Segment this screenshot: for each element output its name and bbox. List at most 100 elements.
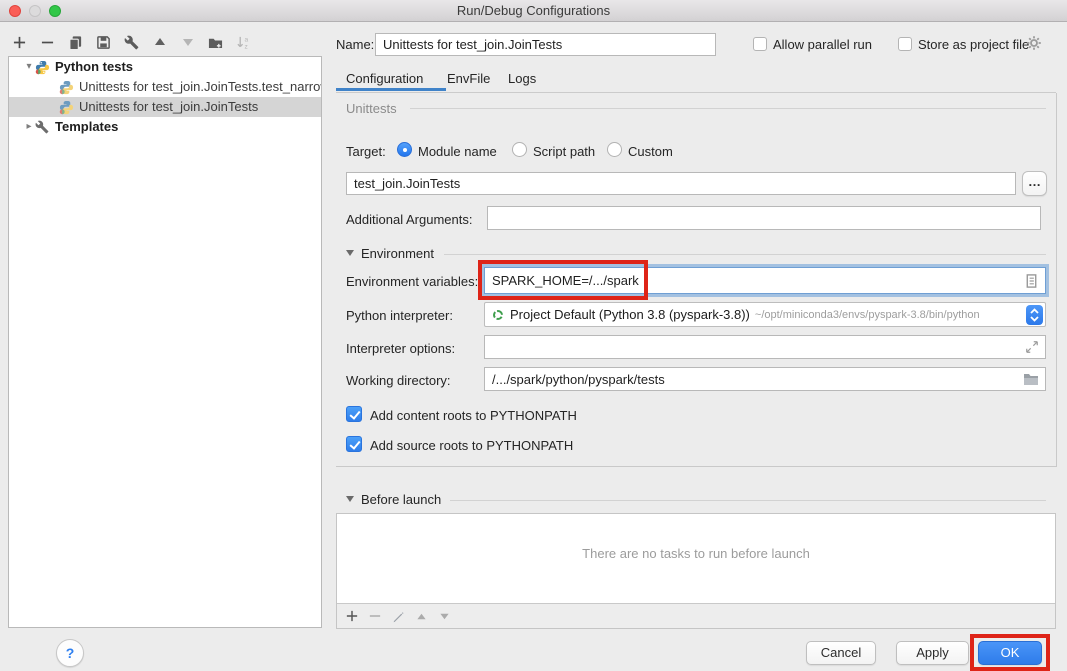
- environment-section-line: [444, 254, 1046, 255]
- before-launch-panel: There are no tasks to run before launch: [336, 513, 1056, 629]
- interpreter-options-label: Interpreter options:: [346, 341, 455, 356]
- environment-collapse-triangle-icon[interactable]: [346, 250, 354, 256]
- svg-text:z: z: [244, 43, 247, 49]
- remove-task-icon[interactable]: [368, 609, 382, 623]
- config-area-bottom-border: [336, 466, 1057, 467]
- browse-variables-icon[interactable]: [1024, 273, 1039, 294]
- tree-item-label: Unittests for test_join.JoinTests.test_n…: [79, 77, 321, 97]
- before-launch-title: Before launch: [361, 492, 441, 507]
- add-icon[interactable]: [12, 35, 27, 50]
- before-launch-empty-text: There are no tasks to run before launch: [337, 546, 1055, 561]
- environment-variables-field-wrap: [484, 267, 1046, 294]
- tree-item-label: Unittests for test_join.JoinTests: [79, 97, 258, 117]
- tab-configuration[interactable]: Configuration: [346, 71, 423, 86]
- target-field-wrap: [346, 172, 1016, 195]
- edit-task-pencil-icon[interactable]: [391, 609, 405, 623]
- run-debug-configurations-dialog: Run/Debug Configurations az: [0, 0, 1067, 671]
- store-as-project-file-label: Store as project file: [918, 37, 1029, 52]
- before-launch-collapse-triangle-icon[interactable]: [346, 496, 354, 502]
- additional-arguments-input[interactable]: [488, 207, 1040, 229]
- move-up-icon[interactable]: [152, 35, 167, 50]
- configurations-tree: ▾ Python tests Unittests for test_join.J…: [8, 56, 322, 628]
- save-icon[interactable]: [96, 35, 111, 50]
- tree-item-label: Python tests: [55, 57, 133, 77]
- environment-variables-input[interactable]: [485, 268, 1045, 293]
- allow-parallel-run-checkbox[interactable]: [753, 37, 767, 51]
- working-directory-input[interactable]: [485, 368, 1045, 390]
- add-source-roots-checkbox[interactable]: [346, 436, 362, 452]
- name-input[interactable]: [376, 34, 715, 55]
- tree-item-jointests-selected[interactable]: Unittests for test_join.JoinTests: [9, 97, 321, 117]
- selected-tab-underline: [336, 88, 446, 91]
- apply-button[interactable]: Apply: [896, 641, 969, 665]
- gear-icon[interactable]: [1026, 35, 1042, 56]
- cancel-button[interactable]: Cancel: [806, 641, 876, 665]
- folder-icon[interactable]: [1023, 373, 1039, 391]
- radio-custom[interactable]: [607, 142, 622, 157]
- python-interpreter-path: ~/opt/miniconda3/envs/pyspark-3.8/bin/py…: [755, 309, 980, 321]
- remove-icon[interactable]: [40, 35, 55, 50]
- python-test-icon: [59, 80, 75, 95]
- edit-templates-wrench-icon[interactable]: [124, 35, 139, 50]
- working-directory-label: Working directory:: [346, 373, 451, 388]
- collapsed-triangle-icon[interactable]: ▸: [23, 117, 35, 137]
- new-folder-icon[interactable]: [208, 35, 223, 50]
- sort-alphabetically-icon[interactable]: az: [236, 35, 251, 50]
- tree-item-templates[interactable]: ▸ Templates: [9, 117, 321, 137]
- templates-wrench-icon: [35, 120, 51, 135]
- unittests-group-title: Unittests: [346, 101, 397, 116]
- target-label: Target:: [346, 144, 386, 159]
- environment-section-title: Environment: [361, 246, 434, 261]
- python-test-icon: [59, 100, 75, 115]
- add-task-icon[interactable]: [345, 609, 359, 623]
- tab-separator: [336, 92, 1056, 93]
- additional-arguments-label: Additional Arguments:: [346, 212, 472, 227]
- conda-environment-icon: [493, 310, 503, 320]
- copy-icon[interactable]: [68, 35, 83, 50]
- tree-item-label: Templates: [55, 117, 118, 137]
- window-title: Run/Debug Configurations: [0, 0, 1067, 22]
- svg-text:a: a: [244, 36, 248, 43]
- add-content-roots-label: Add content roots to PYTHONPATH: [370, 408, 577, 423]
- add-content-roots-checkbox[interactable]: [346, 406, 362, 422]
- environment-variables-label: Environment variables:: [346, 274, 478, 289]
- unittests-group-line: [410, 108, 1046, 109]
- help-button[interactable]: ?: [56, 639, 84, 667]
- working-directory-field-wrap: [484, 367, 1046, 391]
- name-label: Name:: [336, 37, 374, 52]
- allow-parallel-run-label: Allow parallel run: [773, 37, 872, 52]
- python-interpreter-combo[interactable]: Project Default (Python 3.8 (pyspark-3.8…: [484, 302, 1046, 327]
- config-area-right-border: [1056, 93, 1057, 466]
- tab-envfile[interactable]: EnvFile: [447, 71, 490, 86]
- python-interpreter-value: Project Default (Python 3.8 (pyspark-3.8…: [510, 307, 750, 322]
- move-task-up-icon[interactable]: [414, 609, 428, 623]
- target-input[interactable]: [347, 173, 1015, 194]
- additional-arguments-field-wrap: [487, 206, 1041, 230]
- interpreter-options-field-wrap: [484, 335, 1046, 359]
- before-launch-toolbar: [337, 603, 1055, 628]
- ok-button[interactable]: OK: [978, 641, 1042, 665]
- combo-stepper-icon[interactable]: [1026, 305, 1043, 325]
- tree-item-python-tests[interactable]: ▾ Python tests: [9, 57, 321, 77]
- title-bar: Run/Debug Configurations: [0, 0, 1067, 22]
- interpreter-options-input[interactable]: [485, 336, 1045, 358]
- store-as-project-file-checkbox[interactable]: [898, 37, 912, 51]
- move-task-down-icon[interactable]: [437, 609, 451, 623]
- radio-custom-label: Custom: [628, 144, 673, 159]
- name-field-wrap: [375, 33, 716, 56]
- tree-item-test-narrow[interactable]: Unittests for test_join.JoinTests.test_n…: [9, 77, 321, 97]
- radio-module-name-label: Module name: [418, 144, 497, 159]
- python-tests-icon: [35, 60, 51, 75]
- before-launch-line: [450, 500, 1046, 501]
- radio-script-path[interactable]: [512, 142, 527, 157]
- add-source-roots-label: Add source roots to PYTHONPATH: [370, 438, 573, 453]
- radio-script-path-label: Script path: [533, 144, 595, 159]
- move-down-icon[interactable]: [180, 35, 195, 50]
- browse-button[interactable]: …: [1022, 171, 1047, 196]
- configurations-toolbar: az: [12, 31, 251, 53]
- radio-module-name[interactable]: [397, 142, 412, 157]
- expanded-triangle-icon[interactable]: ▾: [23, 57, 35, 77]
- python-interpreter-label: Python interpreter:: [346, 308, 453, 323]
- expand-field-icon[interactable]: [1025, 340, 1039, 359]
- tab-logs[interactable]: Logs: [508, 71, 536, 86]
